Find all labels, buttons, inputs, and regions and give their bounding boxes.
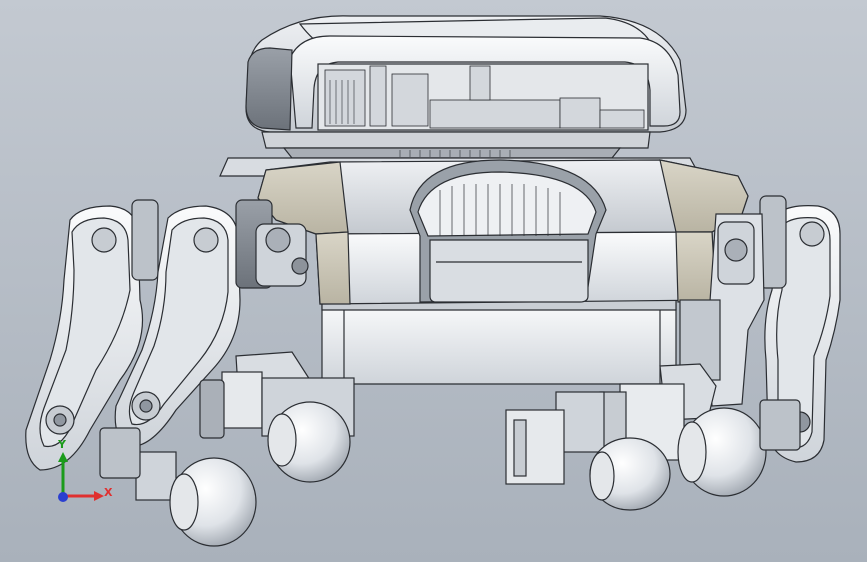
top-enclosure[interactable] (245, 15, 687, 159)
y-axis-label: Y (58, 438, 66, 451)
coordinate-triad-icon (58, 452, 104, 502)
robot-3d-model[interactable] (0, 0, 867, 562)
x-axis-label: X (104, 486, 113, 499)
cad-graphics-area[interactable]: Y X (0, 0, 867, 562)
right-wheel-module[interactable] (505, 363, 801, 511)
lower-body-box[interactable] (321, 299, 677, 385)
